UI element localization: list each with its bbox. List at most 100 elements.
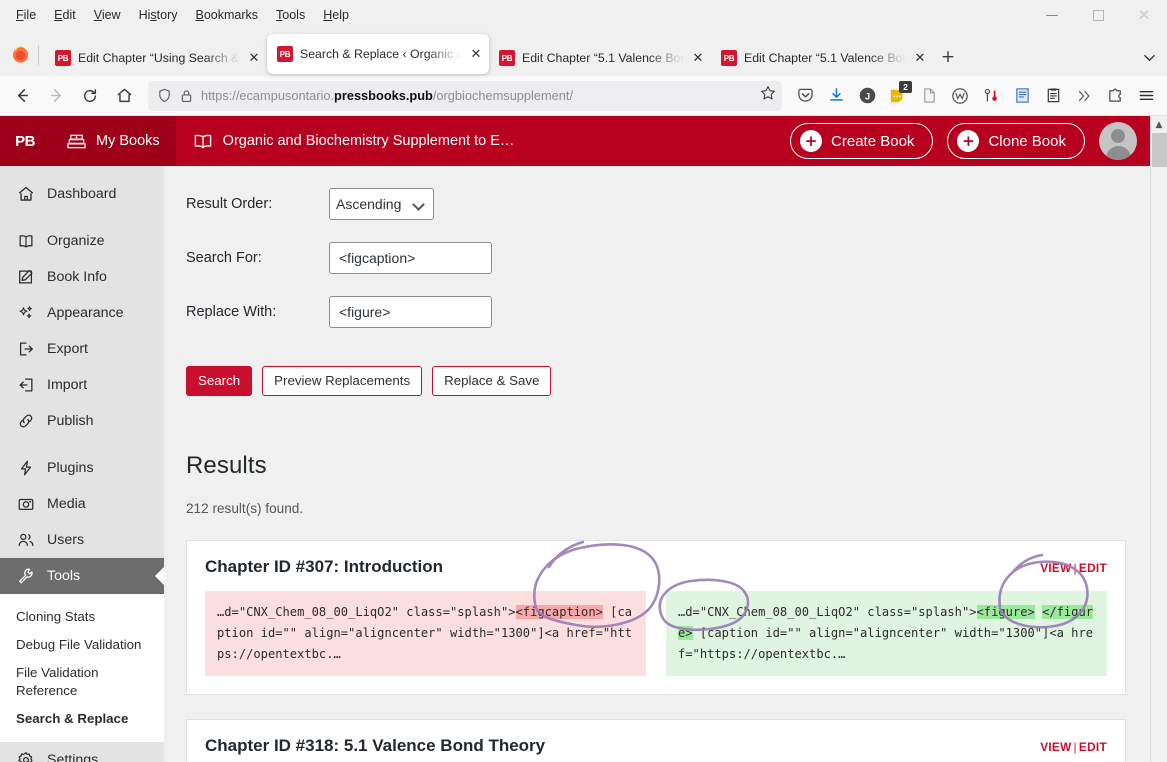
color-picker-icon[interactable] (976, 81, 1006, 111)
search-for-input[interactable] (329, 242, 492, 274)
preview-replacements-button[interactable]: Preview Replacements (262, 366, 423, 396)
tab-separator (38, 45, 39, 65)
clipboard-extension-icon[interactable] (1038, 81, 1068, 111)
tab-close-icon[interactable]: ✕ (247, 52, 261, 65)
menu-edit[interactable]: Edit (46, 5, 84, 25)
scroll-up-arrow-icon[interactable]: ▲ (1151, 116, 1167, 133)
forward-button-icon[interactable] (40, 81, 72, 111)
close-button[interactable]: ✕ (1121, 0, 1167, 31)
submenu-item-search-replace[interactable]: Search & Replace (0, 705, 164, 733)
maximize-button[interactable] (1075, 0, 1121, 31)
extension-j-icon[interactable]: J (852, 81, 882, 111)
page-scrollbar[interactable]: ▲ (1150, 116, 1167, 762)
sidebar-label: Appearance (47, 305, 124, 321)
list-all-tabs-icon[interactable] (1135, 42, 1163, 72)
pressbooks-page: PB My Books Organic and Biochemistry Sup… (0, 116, 1150, 762)
tab-close-icon[interactable]: ✕ (469, 48, 483, 61)
extensions-puzzle-icon[interactable] (1100, 81, 1130, 111)
sidebar-item-export[interactable]: Export (0, 331, 164, 367)
menu-history[interactable]: History (131, 5, 186, 25)
menu-tools[interactable]: Tools (268, 5, 313, 25)
browser-tab[interactable]: PB Edit Chapter “5.1 Valence Bond T… ✕ (711, 40, 933, 76)
menu-bookmarks[interactable]: Bookmarks (188, 5, 267, 25)
sidebar-item-media[interactable]: Media (0, 486, 164, 522)
pocket-icon[interactable] (790, 81, 820, 111)
sidebar-label: Plugins (47, 460, 94, 476)
notes-extension-icon[interactable]: 2 (883, 80, 913, 111)
result-order-select[interactable]: Ascending (329, 188, 434, 220)
browser-tab[interactable]: PB Edit Chapter “5.1 Valence Bond T… ✕ (489, 40, 711, 76)
reader-extension-icon[interactable] (1007, 81, 1037, 111)
home-button-icon[interactable] (108, 81, 140, 111)
sidebar-label: Publish (47, 413, 94, 429)
menu-file[interactable]: File (8, 5, 44, 25)
app-menu-hamburger-icon[interactable] (1131, 81, 1161, 111)
lock-icon[interactable] (180, 89, 194, 103)
edit-link[interactable]: EDIT (1079, 740, 1107, 754)
browser-tab-active[interactable]: PB Search & Replace ‹ Organic and… ✕ (267, 34, 489, 74)
sidebar-item-appearance[interactable]: Appearance (0, 295, 164, 331)
document-extension-icon[interactable] (914, 81, 944, 111)
reload-button-icon[interactable] (74, 81, 106, 111)
submenu-item-cloning-stats[interactable]: Cloning Stats (0, 603, 164, 631)
sidebar-item-organize[interactable]: Organize (0, 223, 164, 259)
back-button-icon[interactable] (6, 81, 38, 111)
edit-link[interactable]: EDIT (1079, 561, 1107, 575)
scrollbar-thumb[interactable] (1152, 133, 1167, 167)
bookmark-star-icon[interactable] (760, 85, 776, 106)
search-button[interactable]: Search (186, 366, 253, 396)
admin-body: Dashboard Organize Book Info Appearance … (0, 166, 1150, 762)
tab-strip: PB Edit Chapter “Using Search & Re… ✕ PB… (0, 32, 1167, 76)
sidebar-item-publish[interactable]: Publish (0, 403, 164, 439)
books-stack-icon (66, 132, 87, 151)
submenu-item-file-validation-reference[interactable]: File Validation Reference (0, 659, 164, 705)
wrench-icon (16, 567, 36, 585)
result-actions: VIEW | EDIT (1040, 561, 1107, 575)
search-for-label: Search For: (186, 250, 262, 266)
sidebar-item-dashboard[interactable]: Dashboard (0, 176, 164, 212)
clone-book-button[interactable]: + Clone Book (947, 123, 1085, 159)
sidebar-item-plugins[interactable]: Plugins (0, 450, 164, 486)
sidebar-item-book-info[interactable]: Book Info (0, 259, 164, 295)
menu-help[interactable]: Help (315, 5, 357, 25)
users-icon (16, 531, 36, 549)
my-books-link[interactable]: My Books (50, 116, 176, 166)
result-header: Chapter ID #318: 5.1 Valence Bond Theory… (205, 736, 1107, 756)
browser-tab[interactable]: PB Edit Chapter “Using Search & Re… ✕ (45, 40, 267, 76)
result-header: Chapter ID #307: Introduction VIEW | EDIT (205, 557, 1107, 577)
sidebar-item-import[interactable]: Import (0, 367, 164, 403)
sidebar-label: Settings (47, 751, 99, 762)
diff-columns: …d="CNX_Chem_08_00_LiqO2" class="splash"… (205, 591, 1107, 677)
submenu-item-debug-file-validation[interactable]: Debug File Validation (0, 631, 164, 659)
create-book-button[interactable]: + Create Book (790, 123, 934, 159)
url-text[interactable]: https://ecampusontario.pressbooks.pub/or… (201, 88, 753, 103)
sidebar-item-settings[interactable]: Settings (0, 741, 164, 762)
wayback-extension-icon[interactable] (945, 81, 975, 111)
menu-view[interactable]: View (86, 5, 129, 25)
tab-close-icon[interactable]: ✕ (913, 52, 927, 65)
sidebar-item-users[interactable]: Users (0, 522, 164, 558)
pressbooks-logo[interactable]: PB (0, 116, 50, 166)
view-link[interactable]: VIEW (1040, 561, 1071, 575)
sidebar-item-tools[interactable]: Tools (0, 558, 164, 594)
new-tab-button[interactable]: + (933, 42, 963, 72)
view-link[interactable]: VIEW (1040, 740, 1071, 754)
sidebar-label: Organize (47, 233, 105, 249)
create-book-label: Create Book (831, 132, 915, 150)
overflow-chevrons-icon[interactable] (1069, 81, 1099, 111)
replace-with-input[interactable] (329, 296, 492, 328)
minimize-button[interactable] (1029, 0, 1075, 31)
current-book-link[interactable]: Organic and Biochemistry Supplement to E… (176, 116, 531, 166)
book-title-label: Organic and Biochemistry Supplement to E… (222, 133, 515, 149)
shield-icon[interactable] (157, 88, 173, 103)
downloads-icon[interactable] (821, 81, 851, 111)
address-bar[interactable]: https://ecampusontario.pressbooks.pub/or… (148, 80, 782, 111)
action-separator: | (1073, 740, 1077, 755)
result-title: Chapter ID #318: 5.1 Valence Bond Theory (205, 736, 546, 756)
sidebar-label: Dashboard (47, 186, 117, 202)
tab-close-icon[interactable]: ✕ (691, 52, 705, 65)
replace-and-save-button[interactable]: Replace & Save (432, 366, 552, 396)
camera-icon (16, 495, 36, 513)
user-avatar[interactable] (1099, 122, 1137, 160)
search-replace-content: Result Order: Ascending Search For: Repl… (164, 166, 1150, 762)
